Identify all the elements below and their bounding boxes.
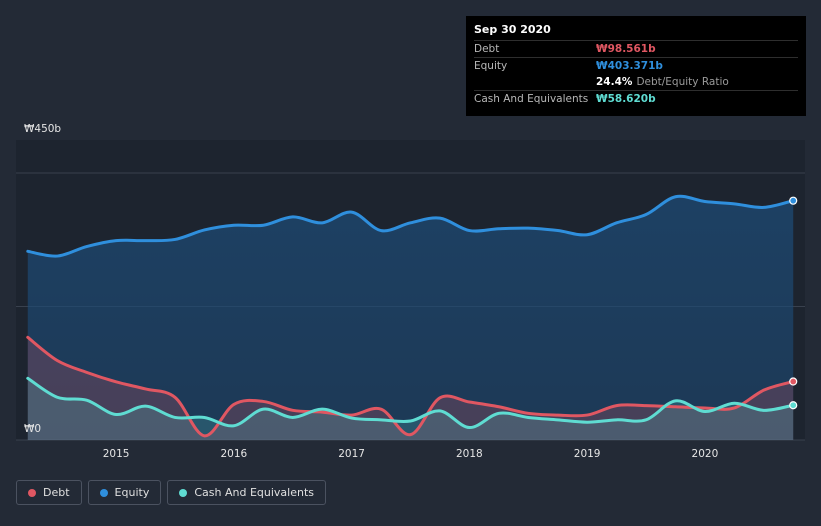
debt-end-marker <box>789 377 798 386</box>
x-tick-label: 2018 <box>456 448 483 460</box>
legend-label: Cash And Equivalents <box>194 486 314 499</box>
tooltip-date: Sep 30 2020 <box>474 23 551 36</box>
legend-item-debt[interactable]: Debt <box>16 480 82 505</box>
tooltip-cash-value: ₩58.620b <box>596 93 656 105</box>
tooltip-equity-value: ₩403.371b <box>596 60 663 72</box>
x-tick-label: 2017 <box>338 448 365 460</box>
tooltip-ratio-label: Debt/Equity Ratio <box>636 76 729 88</box>
tooltip-debt-label: Debt <box>474 43 500 55</box>
tooltip-debt-value: ₩98.561b <box>596 43 656 55</box>
x-tick-label: 2015 <box>103 448 130 460</box>
tooltip-row-cash: Cash And Equivalents ₩58.620b <box>474 90 798 107</box>
tooltip-cash-label: Cash And Equivalents <box>474 93 589 105</box>
legend-item-cash[interactable]: Cash And Equivalents <box>167 480 326 505</box>
cash-end-marker <box>789 401 798 410</box>
legend-label: Debt <box>43 486 70 499</box>
legend: Debt Equity Cash And Equivalents <box>16 480 326 507</box>
x-tick-label: 2019 <box>574 448 601 460</box>
equity-end-marker <box>789 196 798 205</box>
legend-item-equity[interactable]: Equity <box>87 480 162 505</box>
tooltip-row-equity: Equity ₩403.371b <box>474 57 798 74</box>
y-tick-label: ₩0 <box>24 423 41 435</box>
x-tick-label: 2020 <box>692 448 719 460</box>
tooltip-equity-label: Equity <box>474 60 508 72</box>
legend-label: Equity <box>114 486 150 499</box>
legend-dot-icon <box>99 488 108 497</box>
x-axis-labels: 2015 2016 2017 2018 2019 2020 <box>103 448 719 460</box>
tooltip-ratio-value: 24.4% <box>596 76 633 88</box>
tooltip-panel: Sep 30 2020 Debt ₩98.561b Equity ₩403.37… <box>466 16 806 116</box>
tooltip-row-ratio: 24.4% Debt/Equity Ratio <box>474 74 798 90</box>
x-tick-label: 2016 <box>220 448 247 460</box>
legend-dot-icon <box>28 488 36 497</box>
tooltip-row-debt: Debt ₩98.561b <box>474 40 798 57</box>
y-tick-label: ₩450b <box>24 123 61 135</box>
legend-dot-icon <box>179 488 188 497</box>
